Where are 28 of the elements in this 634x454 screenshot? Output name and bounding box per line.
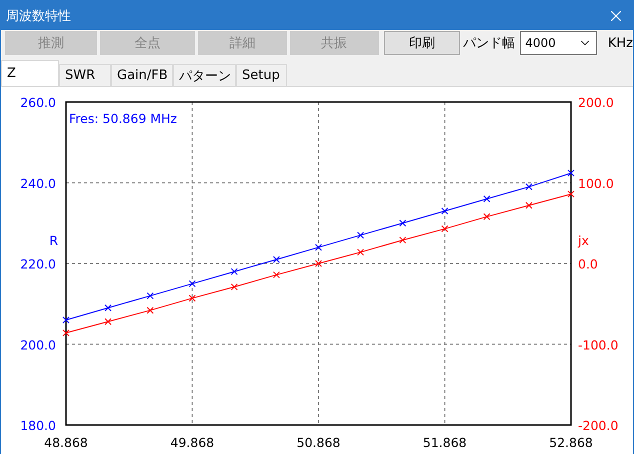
y2-axis-label: jx [578, 233, 589, 248]
y-tick-label: 200.0 [20, 337, 56, 352]
tab[interactable]: SWR [59, 64, 111, 86]
y2-tick-label: -100.0 [578, 337, 618, 352]
tab[interactable]: Setup [236, 64, 287, 86]
tab[interactable]: パターン [173, 64, 236, 86]
x-tick-label: 48.868 [44, 435, 88, 450]
y-tick-label: 260.0 [20, 95, 56, 110]
y2-tick-label: 0.0 [578, 256, 598, 272]
y-tick-label: 220.0 [20, 256, 56, 272]
y2-tick-label: 200.0 [578, 95, 614, 110]
y2-tick-label: 100.0 [578, 176, 614, 191]
x-tick-label: 49.868 [170, 435, 214, 450]
x-tick-label: 50.868 [296, 435, 340, 450]
window-title: 周波数特性 [6, 8, 71, 24]
resonance-annotation: Fres: 50.869 MHz [69, 111, 177, 126]
x-tick-label: 51.868 [422, 435, 467, 450]
x-tick-label: 52.868 [549, 435, 593, 450]
bandwidth-label: パンド幅 [463, 35, 516, 52]
y-axis-label: R [49, 233, 58, 248]
y-tick-label: 180.0 [20, 418, 56, 433]
tab[interactable]: Gain/FB [111, 64, 173, 86]
unit-label: KHz [608, 36, 633, 50]
toolbar-button[interactable]: 印刷 [384, 31, 460, 55]
bandwidth-select[interactable]: 4000 [520, 31, 597, 55]
y2-tick-label: -200.0 [578, 418, 618, 433]
tab[interactable]: Z [1, 60, 59, 86]
y-tick-label: 240.0 [20, 176, 56, 191]
